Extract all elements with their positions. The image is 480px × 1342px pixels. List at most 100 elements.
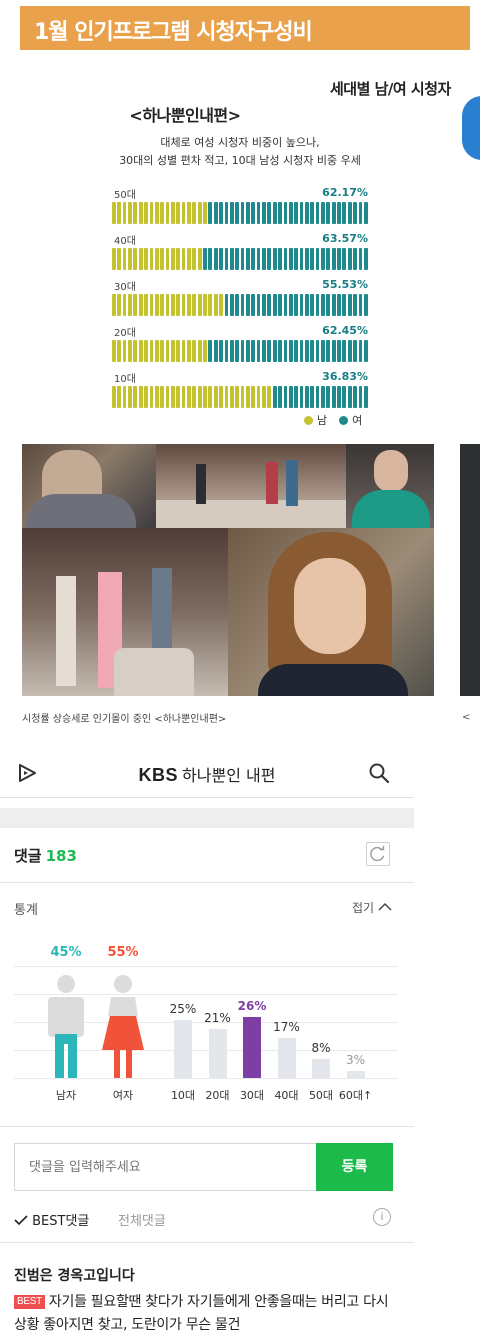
comments-label: 댓글 — [14, 847, 42, 865]
female-percent: 55% — [107, 945, 139, 960]
female-tick — [272, 202, 277, 224]
male-tick — [154, 386, 159, 408]
comment-author[interactable]: 진범은 경옥고입니다 — [14, 1265, 135, 1285]
row-label: 20대 — [114, 328, 136, 339]
still-2-person-c — [286, 460, 298, 506]
male-tick — [122, 340, 127, 362]
tab-all-comments[interactable]: 전체댓글 — [118, 1210, 166, 1229]
info-icon[interactable]: i — [373, 1208, 391, 1226]
female-tick — [337, 294, 341, 316]
female-tick — [347, 294, 352, 316]
row-value-label: 36.83% — [322, 370, 368, 383]
chevron-up-icon — [378, 902, 392, 911]
next-slide-photo — [460, 444, 480, 696]
female-tick — [262, 294, 266, 316]
female-tick — [363, 248, 368, 270]
female-tick — [294, 294, 298, 316]
male-figure-icon — [48, 975, 84, 1078]
refresh-icon — [370, 845, 385, 862]
female-tick — [240, 294, 245, 316]
comment-body: BEST 자기들 필요할땐 찾다가 자기들에게 안좋을때는 버리고 다시 상황 좋… — [14, 1291, 398, 1337]
female-tick — [353, 294, 357, 316]
still-4-chair — [114, 648, 194, 696]
comment-input-box[interactable] — [14, 1143, 316, 1191]
female-tick — [310, 340, 315, 362]
male-tick — [138, 202, 143, 224]
grid-line — [14, 966, 398, 967]
female-tick — [272, 386, 277, 408]
age-label: 60대↑ — [338, 1089, 373, 1102]
female-tick — [342, 340, 347, 362]
female-label: 여자 — [112, 1089, 134, 1102]
male-tick — [170, 202, 175, 224]
male-tick — [267, 386, 272, 408]
male-tick — [117, 202, 122, 224]
female-tick — [304, 294, 309, 316]
tab-best-comments[interactable]: BEST댓글 — [14, 1210, 89, 1229]
comment-input[interactable] — [15, 1144, 316, 1190]
male-tick — [176, 202, 181, 224]
female-tick — [272, 248, 277, 270]
row-label: 10대 — [114, 374, 136, 385]
male-tick — [112, 294, 116, 316]
female-tick — [256, 340, 261, 362]
female-tick — [272, 294, 277, 316]
female-tick — [219, 248, 223, 270]
header-banner: 1월 인기프로그램 시청자구성비 — [20, 6, 470, 50]
search-icon[interactable] — [368, 762, 390, 784]
age-bar — [208, 1029, 227, 1078]
male-tick — [213, 294, 218, 316]
female-tick — [262, 248, 266, 270]
age-percent: 17% — [273, 1020, 300, 1035]
male-tick — [176, 294, 181, 316]
male-percent: 45% — [50, 945, 82, 960]
male-tick — [144, 202, 148, 224]
female-tick — [251, 340, 256, 362]
male-tick — [122, 294, 127, 316]
male-tick — [122, 248, 127, 270]
comment-text: 자기들 필요할땐 찾다가 자기들에게 안좋을때는 버리고 다시 상황 좋아지면 … — [14, 1294, 389, 1333]
male-tick — [203, 202, 207, 224]
male-tick — [154, 294, 159, 316]
program-header: KBS 하나뿐인 내편 — [0, 750, 414, 798]
male-tick — [144, 248, 148, 270]
male-tick — [154, 202, 159, 224]
male-tick — [165, 294, 170, 316]
still-5-face — [294, 558, 366, 654]
row-label: 40대 — [114, 236, 136, 247]
female-tick — [251, 294, 256, 316]
best-badge: BEST — [14, 1295, 45, 1309]
female-tick — [321, 248, 325, 270]
male-tick — [203, 340, 207, 362]
female-tick — [358, 248, 363, 270]
female-tick — [251, 248, 256, 270]
male-tick — [224, 386, 229, 408]
program-title: KBS 하나뿐인 내편 — [0, 762, 414, 786]
submit-button[interactable]: 등록 — [316, 1143, 393, 1191]
male-tick — [170, 340, 175, 362]
fold-button[interactable]: 접기 — [352, 899, 392, 916]
male-tick — [160, 248, 164, 270]
female-tick — [262, 202, 266, 224]
male-tick — [122, 202, 127, 224]
female-tick — [304, 340, 309, 362]
female-tick — [224, 202, 229, 224]
female-tick — [267, 202, 272, 224]
male-tick — [117, 248, 122, 270]
male-tick — [176, 340, 181, 362]
male-tick — [160, 386, 164, 408]
refresh-button[interactable] — [366, 842, 390, 866]
male-tick — [133, 248, 138, 270]
female-tick — [321, 340, 325, 362]
male-tick — [138, 294, 143, 316]
female-tick — [278, 202, 282, 224]
female-tick — [337, 386, 341, 408]
female-tick — [321, 294, 325, 316]
female-tick — [331, 202, 336, 224]
ratio-bar — [112, 294, 368, 316]
age-percent: 3% — [345, 1053, 366, 1067]
female-tick — [337, 340, 341, 362]
section-divider — [0, 808, 414, 828]
male-tick — [165, 202, 170, 224]
legend-male-label: 남 — [317, 414, 328, 427]
